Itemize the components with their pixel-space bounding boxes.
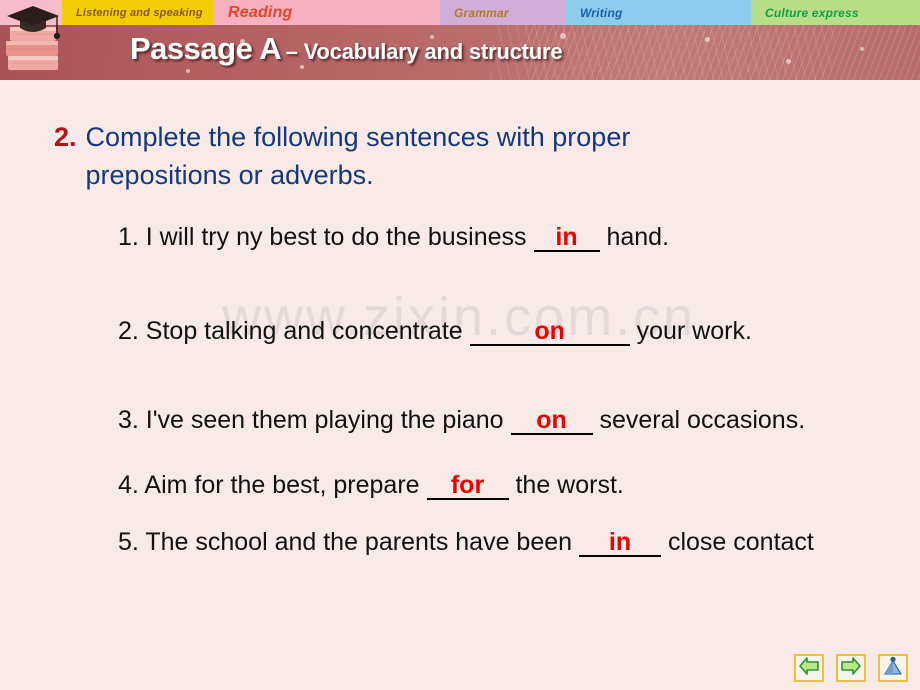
answer-blank-3[interactable]: on <box>510 407 593 435</box>
tab-grammar-label: Grammar <box>454 5 509 20</box>
navigation-tabstrip: Listening and speaking Reading Grammar W… <box>0 0 920 25</box>
arrow-left-icon <box>798 656 820 681</box>
banner-sparkle <box>705 37 710 42</box>
answer-blank-2[interactable]: on <box>469 318 630 346</box>
sentence-3-after: several occasions. <box>599 406 806 434</box>
answer-blank-5[interactable]: in <box>579 529 661 557</box>
sentence-5-before: 5. The school and the parents have been <box>118 528 573 556</box>
banner-sparkle <box>186 69 190 73</box>
sentence-4-before: 4. Aim for the best, prepare <box>118 471 420 499</box>
sentence-item-2: 2. Stop talking and concentrate on your … <box>118 316 752 346</box>
page-title-subtitle: – Vocabulary and structure <box>285 39 563 64</box>
sentence-4-after: the worst. <box>515 471 624 499</box>
logo-spacer <box>0 0 62 25</box>
sentence-item-4: 4. Aim for the best, prepare for the wor… <box>118 470 624 500</box>
sentence-item-5: 5. The school and the parents have been … <box>118 527 814 557</box>
sentence-2-after: your work. <box>636 317 752 345</box>
tab-listening-and-speaking-label: Listening and speaking <box>76 6 203 19</box>
slide-content: www.zixin.com.cn 2. Complete the followin… <box>0 80 920 690</box>
page-title-main: Passage A <box>130 31 282 66</box>
tab-reading-label: Reading <box>228 3 293 21</box>
question-heading: 2. Complete the following sentences with … <box>54 118 774 194</box>
page-title: Passage A – Vocabulary and structure <box>130 31 563 67</box>
slide-navigation <box>794 654 908 682</box>
tab-writing[interactable]: Writing <box>566 0 751 25</box>
sentence-3-before: 3. I've seen them playing the piano <box>118 406 504 434</box>
sentence-1-after: hand. <box>606 223 670 251</box>
title-banner: Passage A – Vocabulary and structure <box>0 25 920 80</box>
question-text: Complete the following sentences with pr… <box>85 122 631 190</box>
tab-grammar[interactable]: Grammar <box>440 0 566 25</box>
tab-reading[interactable]: Reading <box>214 0 440 25</box>
tab-listening-and-speaking[interactable]: Listening and speaking <box>62 0 214 25</box>
sentence-2-before: 2. Stop talking and concentrate <box>118 317 463 345</box>
sentence-1-before: 1. I will try ny best to do the business <box>118 223 527 251</box>
banner-decoration-stripes-right <box>517 25 920 80</box>
sentence-item-1: 1. I will try ny best to do the business… <box>118 222 669 252</box>
question-number: 2. <box>54 122 77 152</box>
arrow-right-icon <box>840 656 862 681</box>
answer-blank-1[interactable]: in <box>533 224 600 252</box>
sentence-item-3: 3. I've seen them playing the piano on s… <box>118 405 805 435</box>
home-button[interactable] <box>878 654 908 682</box>
next-slide-button[interactable] <box>836 654 866 682</box>
tab-writing-label: Writing <box>580 5 623 20</box>
tab-culture-express[interactable]: Culture express <box>751 0 920 25</box>
banner-sparkle <box>786 59 791 64</box>
tab-culture-express-label: Culture express <box>765 5 859 20</box>
previous-slide-button[interactable] <box>794 654 824 682</box>
home-cone-icon <box>882 656 904 681</box>
slide: Listening and speaking Reading Grammar W… <box>0 0 920 690</box>
answer-blank-4[interactable]: for <box>426 472 509 500</box>
banner-sparkle <box>860 47 864 51</box>
sentence-5-after: close contact <box>667 528 814 556</box>
